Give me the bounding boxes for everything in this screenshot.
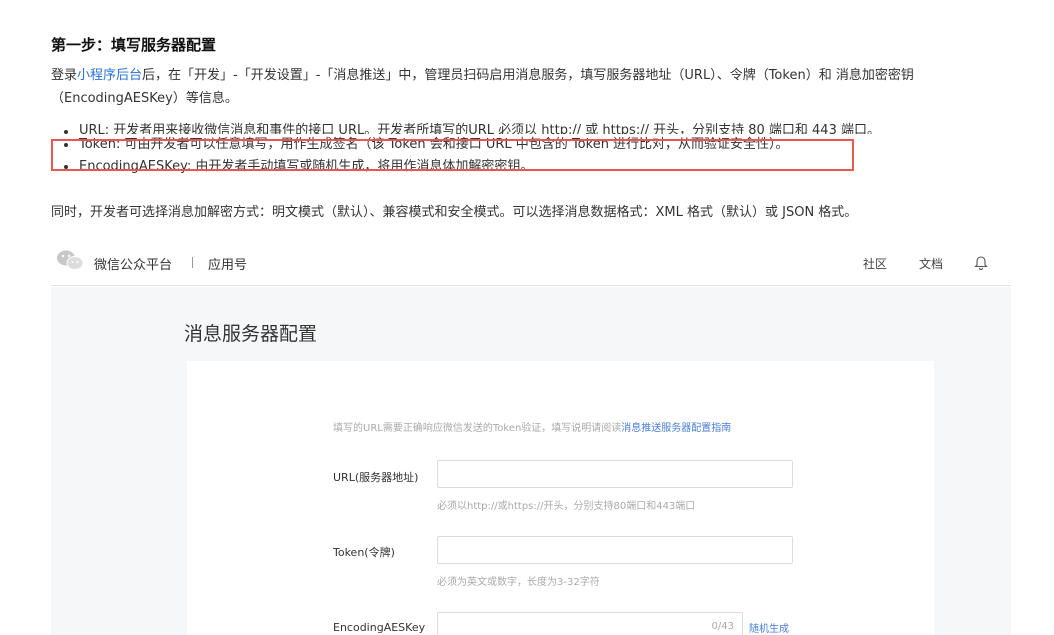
- miniprogram-admin-link[interactable]: 小程序后台: [77, 68, 142, 83]
- url-label: URL(服务器地址): [333, 471, 419, 484]
- intro-line2: （EncodingAESKey）等信息。: [51, 91, 238, 106]
- notice-text: 填写的URL需要正确响应微信发送的Token验证，填写说明请阅读消息推送服务器配…: [333, 419, 731, 434]
- config-guide-link[interactable]: 消息推送服务器配置指南: [621, 423, 731, 434]
- nav-community-link[interactable]: 社区: [863, 255, 887, 272]
- intro-paragraph: 登录小程序后台后，在「开发」-「开发设置」-「消息推送」中，管理员扫码启用消息服…: [51, 64, 1011, 110]
- format-note: 同时，开发者可选择消息加解密方式：明文模式（默认）、兼容模式和安全模式。可以选择…: [51, 205, 858, 220]
- app-name: 应用号: [208, 258, 248, 273]
- platform-screenshot: 微信公众平台 应用号 社区 文档 消息服务器配置 填写的URL需要正确响应微信发…: [51, 243, 1011, 635]
- token-input[interactable]: [437, 536, 793, 564]
- panel-title: 消息服务器配置: [184, 323, 318, 345]
- url-input[interactable]: [437, 460, 793, 488]
- token-label: Token(令牌): [333, 546, 395, 559]
- notice-body: 填写的URL需要正确响应微信发送的Token验证，填写说明请阅读: [333, 423, 622, 434]
- intro-line1-rest: 后，在「开发」-「开发设置」-「消息推送」中，管理员扫码启用消息服务，填写服务器…: [142, 68, 914, 83]
- url-hint: 必须以http://或https://开头，分别支持80端口和443端口: [437, 501, 696, 512]
- bell-icon[interactable]: [974, 254, 988, 270]
- step-title: 第一步：填写服务器配置: [51, 36, 217, 54]
- highlight-box: [51, 139, 854, 171]
- config-canvas: 消息服务器配置 填写的URL需要正确响应微信发送的Token验证，填写说明请阅读…: [51, 287, 1011, 635]
- intro-prefix: 登录: [51, 68, 78, 83]
- aeskey-input[interactable]: 0/43: [437, 612, 743, 635]
- aeskey-label: EncodingAESKey: [333, 621, 426, 634]
- aeskey-counter: 0/43: [711, 621, 734, 632]
- platform-topbar: 微信公众平台 应用号 社区 文档: [51, 243, 1011, 286]
- token-hint: 必须为英文或数字，长度为3-32字符: [437, 577, 600, 588]
- nav-docs-link[interactable]: 文档: [919, 255, 943, 272]
- wechat-logo-icon: [57, 250, 84, 270]
- platform-brand[interactable]: 微信公众平台: [94, 254, 172, 273]
- bullet-url: URL: 开发者用来接收微信消息和事件的接口 URL。开发者所填写的URL 必须…: [63, 121, 1013, 134]
- config-card: 填写的URL需要正确响应微信发送的Token验证，填写说明请阅读消息推送服务器配…: [187, 361, 934, 635]
- random-generate-link[interactable]: 随机生成: [749, 620, 789, 635]
- brand-separator: [192, 257, 193, 268]
